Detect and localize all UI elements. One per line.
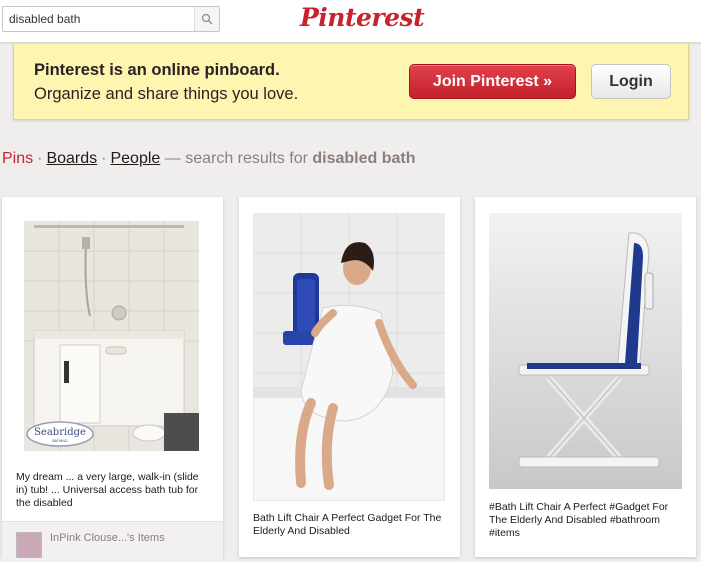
pin-card[interactable]: Bath Lift Chair A Perfect Gadget For The… — [239, 197, 460, 557]
bath-lift-chair-woman-image — [253, 213, 445, 501]
search-icon — [201, 13, 213, 25]
search-query-label: disabled bath — [312, 150, 416, 167]
pin-description: Bath Lift Chair A Perfect Gadget For The… — [253, 512, 442, 537]
pin-image[interactable] — [489, 213, 682, 489]
separator-dot: · — [101, 150, 107, 167]
login-button[interactable]: Login — [591, 64, 671, 99]
pin-image[interactable] — [253, 213, 445, 501]
banner-title: Pinterest is an online pinboard. — [34, 61, 280, 79]
pin-attribution[interactable]: InPink Clouse...'s Items — [2, 521, 223, 562]
search-box — [2, 6, 220, 32]
search-results-nav: Pins · Boards · People — search results for … — [2, 150, 416, 168]
pin-card[interactable]: #Bath Lift Chair A Perfect #Gadget For T… — [475, 197, 696, 557]
pin-description: My dream ... a very large, walk-in (slid… — [16, 471, 199, 509]
top-header: Pinterest — [0, 0, 701, 43]
avatar[interactable] — [16, 532, 42, 558]
bath-lift-chair-image — [489, 213, 682, 489]
pin-image[interactable]: Seabridge BATHING — [24, 221, 199, 451]
tab-boards[interactable]: Boards — [46, 150, 97, 167]
banner-subtitle: Organize and share things you love. — [34, 85, 299, 103]
separator-dot: · — [37, 150, 43, 167]
tab-pins[interactable]: Pins — [2, 150, 33, 167]
join-pinterest-button[interactable]: Join Pinterest » — [409, 64, 576, 99]
tab-people[interactable]: People — [110, 150, 160, 167]
pin-owner[interactable]: InPink Clouse...'s Items — [50, 532, 165, 544]
seabridge-brand: Seabridge — [34, 427, 86, 438]
seabridge-brand-sub: BATHING — [52, 439, 68, 443]
search-button[interactable] — [194, 7, 219, 31]
walk-in-tub-image: Seabridge BATHING — [24, 221, 199, 451]
search-input[interactable] — [3, 7, 195, 31]
signup-banner: Pinterest is an online pinboard. Organiz… — [13, 44, 689, 120]
pin-description: #Bath Lift Chair A Perfect #Gadget For T… — [489, 501, 669, 539]
results-prefix: — search results for — [164, 150, 308, 167]
pinterest-logo[interactable]: Pinterest — [300, 3, 425, 32]
pin-card[interactable]: Seabridge BATHING My dream ... a very la… — [2, 197, 223, 562]
